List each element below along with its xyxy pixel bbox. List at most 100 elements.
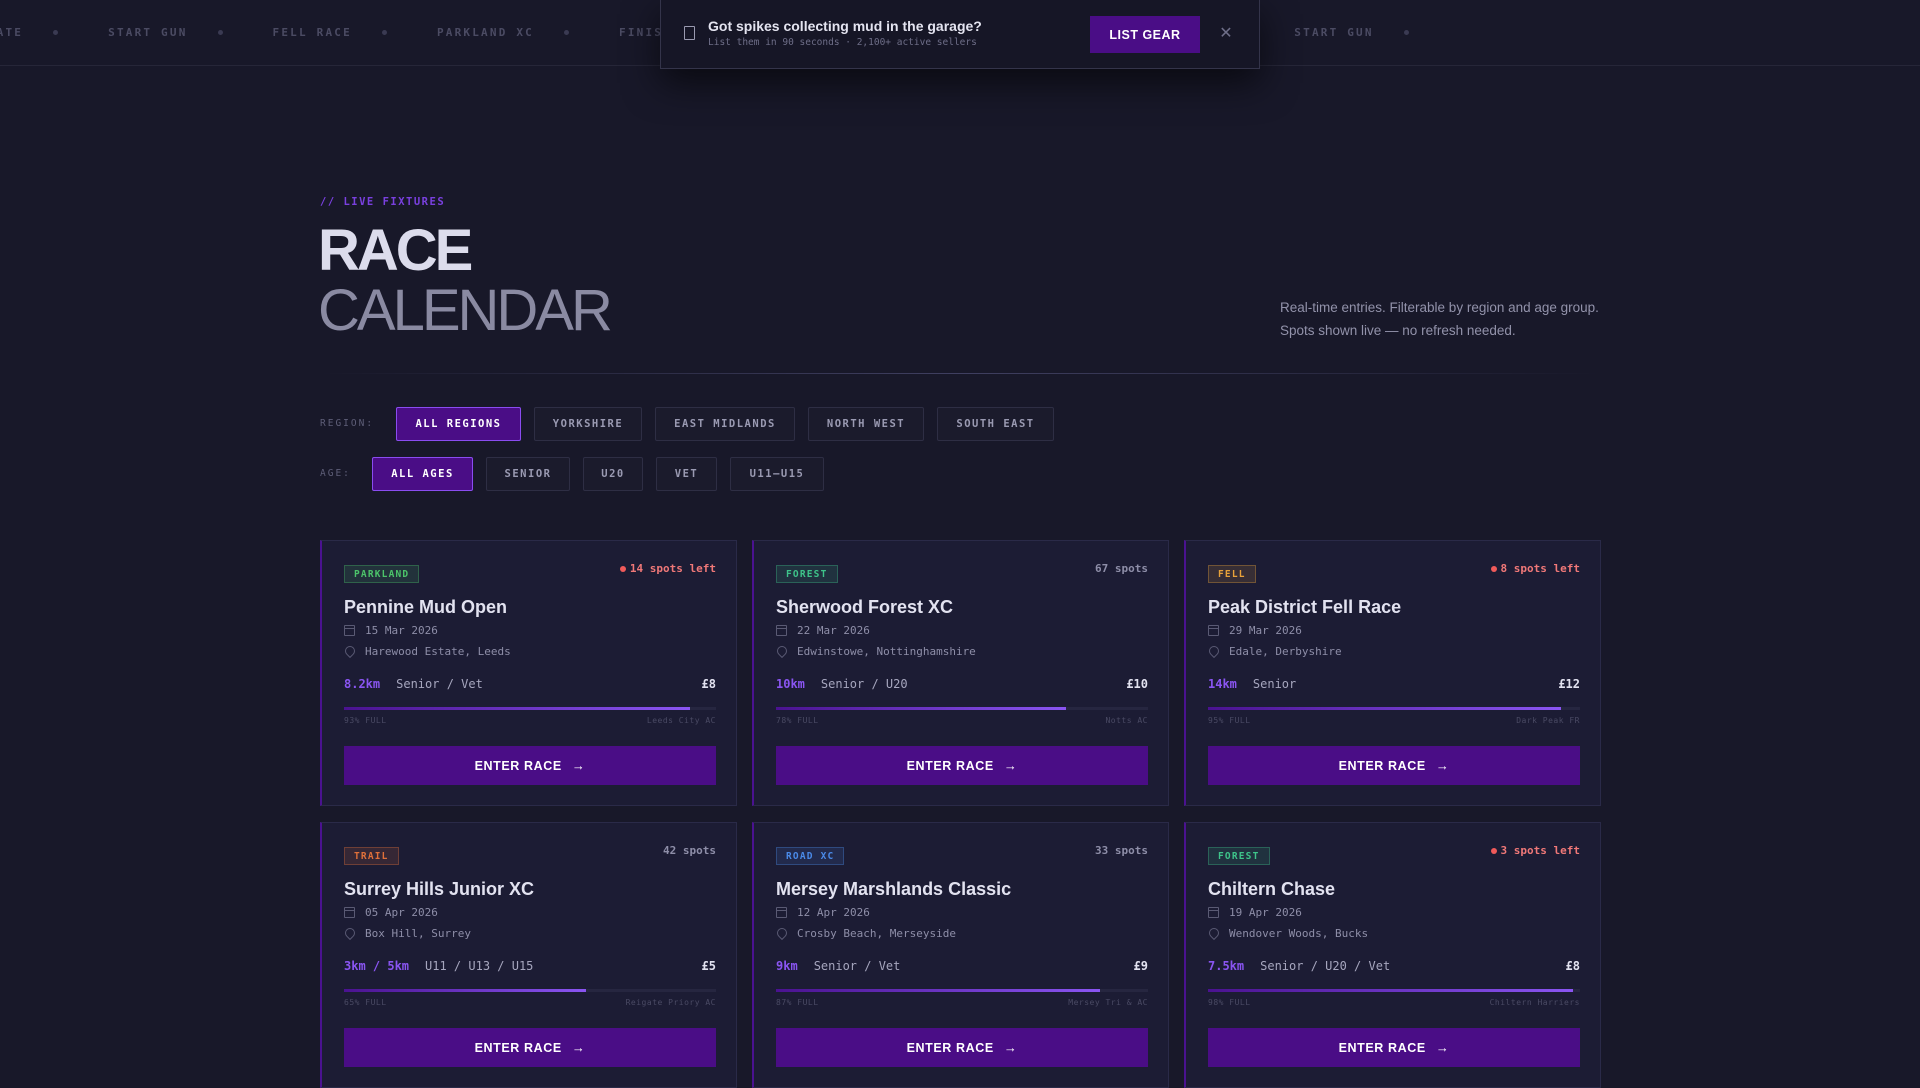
race-location: Edale, Derbyshire: [1208, 645, 1342, 658]
enter-race-button[interactable]: ENTER RACE →: [344, 746, 716, 785]
close-icon[interactable]: ✕: [1216, 24, 1236, 44]
spots-text: 14 spots left: [629, 562, 716, 575]
race-card: FOREST 3 spots left Chiltern Chase 19 Ap…: [1184, 822, 1601, 1088]
ticker-text: PARKLAND XC: [436, 26, 534, 39]
enter-race-button[interactable]: ENTER RACE →: [1208, 1028, 1580, 1067]
alert-dot-icon: [1490, 847, 1497, 854]
ticker-item: START GUN: [108, 26, 272, 39]
host-club: Leeds City AC: [646, 716, 716, 725]
race-category: Senior / Vet: [813, 959, 901, 973]
capacity-bar-fill: [776, 989, 1100, 992]
capacity-bar-fill: [1208, 707, 1562, 710]
calendar-icon: [776, 907, 787, 918]
spots-text: 42 spots: [663, 844, 716, 857]
race-location-text: Wendover Woods, Bucks: [1229, 927, 1369, 940]
race-name: Chiltern Chase: [1208, 879, 1336, 899]
race-name: Mersey Marshlands Classic: [776, 879, 1012, 899]
spots-text: 3 spots left: [1500, 844, 1580, 857]
filter-age-senior[interactable]: SENIOR: [486, 457, 570, 491]
terrain-tag: FOREST: [1208, 847, 1270, 865]
location-pin-icon: [344, 928, 355, 939]
enter-race-label: ENTER RACE: [474, 1040, 562, 1055]
ticker-item: FELL RACE: [273, 26, 437, 39]
alert-dot-icon: [619, 565, 626, 572]
race-date-text: 29 Mar 2026: [1229, 624, 1302, 637]
race-date: 29 Mar 2026: [1208, 624, 1302, 637]
filter-age-vet[interactable]: VET: [656, 457, 717, 491]
toast-title: Got spikes collecting mud in the garage?: [708, 18, 982, 34]
race-details: 7.5km Senior / U20 / Vet: [1208, 959, 1390, 973]
capacity-bar-fill: [1208, 989, 1573, 992]
filter-age-u11-u15[interactable]: U11–U15: [730, 457, 824, 491]
race-card: FOREST 67 spots Sherwood Forest XC 22 Ma…: [752, 540, 1169, 806]
capacity-bar: [776, 989, 1148, 992]
filter-region-south-east[interactable]: SOUTH EAST: [937, 407, 1054, 441]
race-date-text: 05 Apr 2026: [365, 906, 438, 919]
race-price: £8: [701, 677, 716, 691]
capacity-bar-fill: [344, 707, 690, 710]
age-filter-label: AGE:: [320, 468, 351, 479]
arrow-right-icon: →: [1435, 1040, 1450, 1055]
ticker-item: PARKLAND XC: [437, 26, 619, 39]
ticker-text: START GUN: [1294, 26, 1374, 39]
ticker-dot: [381, 30, 387, 35]
filter-age-u20[interactable]: U20: [583, 457, 643, 491]
ticker-item: PLATE: [0, 26, 108, 39]
race-price: £10: [1126, 677, 1148, 691]
enter-race-label: ENTER RACE: [906, 758, 994, 773]
capacity-bar: [1208, 989, 1580, 992]
filter-region-yorkshire[interactable]: YORKSHIRE: [534, 407, 642, 441]
toast-subtitle: List them in 90 seconds · 2,100+ active …: [708, 37, 977, 48]
race-location: Wendover Woods, Bucks: [1208, 927, 1368, 940]
filter-region-all[interactable]: ALL REGIONS: [396, 407, 521, 441]
race-category: Senior / Vet: [396, 677, 483, 691]
filter-region-east-midlands[interactable]: EAST MIDLANDS: [655, 407, 795, 441]
location-pin-icon: [776, 928, 787, 939]
calendar-icon: [344, 907, 355, 918]
race-distance: 8.2km: [344, 677, 381, 691]
enter-race-button[interactable]: ENTER RACE →: [344, 1028, 716, 1067]
race-location: Crosby Beach, Merseyside: [776, 927, 956, 940]
enter-race-button[interactable]: ENTER RACE →: [776, 746, 1148, 785]
race-distance: 10km: [776, 677, 805, 691]
race-location-text: Crosby Beach, Merseyside: [797, 927, 956, 940]
spots-remaining: 3 spots left: [1490, 844, 1580, 857]
race-distance: 7.5km: [1208, 959, 1245, 973]
filter-region-north-west[interactable]: NORTH WEST: [808, 407, 924, 441]
capacity-bar: [1208, 707, 1580, 710]
race-date-text: 19 Apr 2026: [1229, 906, 1302, 919]
filter-age-all[interactable]: ALL AGES: [372, 457, 473, 491]
race-card: TRAIL 42 spots Surrey Hills Junior XC 05…: [320, 822, 737, 1088]
race-details: 9km Senior / Vet: [776, 959, 900, 973]
host-club: Dark Peak FR: [1516, 716, 1580, 725]
spots-remaining: 14 spots left: [619, 562, 716, 575]
race-date: 05 Apr 2026: [344, 906, 438, 919]
arrow-right-icon: →: [571, 758, 586, 773]
race-date: 12 Apr 2026: [776, 906, 870, 919]
location-pin-icon: [1208, 646, 1219, 657]
enter-race-label: ENTER RACE: [474, 758, 562, 773]
enter-race-label: ENTER RACE: [1338, 1040, 1426, 1055]
spots-remaining: 42 spots: [663, 844, 716, 857]
terrain-tag: ROAD XC: [776, 847, 845, 865]
spots-text: 67 spots: [1095, 562, 1148, 575]
race-location: Edwinstowe, Nottinghamshire: [776, 645, 976, 658]
capacity-label: 93% FULL: [344, 716, 387, 725]
capacity-bar: [776, 707, 1148, 710]
arrow-right-icon: →: [571, 1040, 586, 1055]
capacity-bar-fill: [344, 989, 586, 992]
race-details: 3km / 5km U11 / U13 / U15: [344, 959, 533, 973]
alert-dot-icon: [1490, 565, 1497, 572]
host-club: Notts AC: [1105, 716, 1148, 725]
race-date-text: 12 Apr 2026: [797, 906, 870, 919]
location-pin-icon: [344, 646, 355, 657]
race-card: ROAD XC 33 spots Mersey Marshlands Class…: [752, 822, 1169, 1088]
enter-race-button[interactable]: ENTER RACE →: [776, 1028, 1148, 1067]
host-club: Mersey Tri & AC: [1068, 998, 1148, 1007]
enter-race-button[interactable]: ENTER RACE →: [1208, 746, 1580, 785]
host-club: Chiltern Harriers: [1489, 998, 1580, 1007]
list-gear-button[interactable]: LIST GEAR: [1090, 16, 1200, 53]
location-pin-icon: [1208, 928, 1219, 939]
race-category: U11 / U13 / U15: [425, 959, 534, 973]
race-price: £5: [701, 959, 716, 973]
